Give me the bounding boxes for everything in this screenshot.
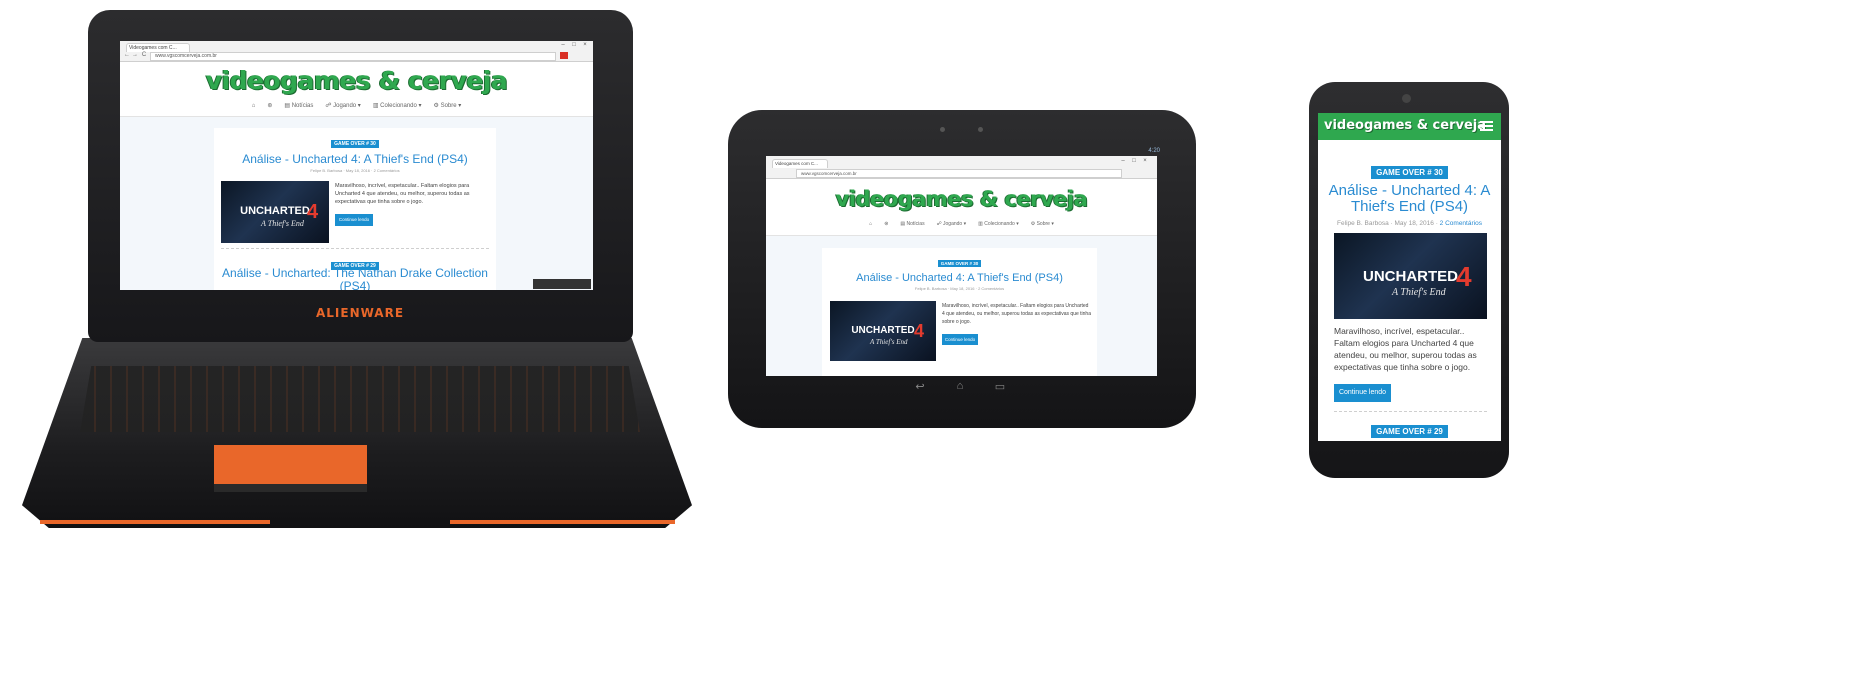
menu-item-noticias[interactable]: ▤ Notícias bbox=[284, 103, 313, 109]
menu-item-jogando[interactable]: ☍ Jogando ▾ bbox=[325, 103, 360, 109]
post-excerpt: Maravilhoso, incrível, espetacular.. Fal… bbox=[335, 183, 470, 205]
tablet-minimize-button[interactable]: – bbox=[1118, 158, 1128, 164]
browser-chrome: Videogames com C... – □ × ← → C www.vgsc… bbox=[120, 41, 593, 62]
tablet-menu-item-jogando[interactable]: ☍ Jogando ▾ bbox=[937, 221, 967, 227]
phone-post2-badge[interactable]: GAME OVER # 29 bbox=[1371, 425, 1448, 438]
tablet-browser-chrome: Videogames com C... – □ × www.vgscomcerv… bbox=[766, 156, 1157, 179]
post-meta: Felipe B. Barbosa · May 18, 2016 · 2 Com… bbox=[310, 168, 400, 173]
browser-tab[interactable]: Videogames com C... bbox=[126, 43, 190, 52]
continue-reading-button[interactable]: Continue lendo bbox=[335, 214, 373, 226]
tablet-post-title[interactable]: Análise - Uncharted 4: A Thief's End (PS… bbox=[822, 272, 1097, 284]
menu-item-sobre[interactable]: ⚙ Sobre ▾ bbox=[434, 103, 462, 109]
phone-post-divider bbox=[1334, 411, 1487, 412]
phone-site-logo[interactable]: videogames & cerveja bbox=[1324, 118, 1486, 133]
laptop-brand-logo: ALIENWARE bbox=[315, 306, 405, 320]
site-header: videogames & cerveja ⌂ ⊛ ▤ Notícias ☍ Jogan… bbox=[120, 62, 593, 117]
tablet-screen: Videogames com C... – □ × www.vgscomcerv… bbox=[766, 156, 1157, 376]
tablet-status-time: 4:20 bbox=[1148, 148, 1160, 154]
tablet-maximize-button[interactable]: □ bbox=[1129, 158, 1139, 164]
phone-camera bbox=[1402, 94, 1411, 103]
laptop-keyboard bbox=[80, 366, 640, 432]
post-badge[interactable]: GAME OVER # 30 bbox=[331, 140, 379, 148]
post-divider bbox=[221, 248, 489, 249]
tablet-site-header: videogames & cerveja ⌂ ⊛ ▤ Notícias ☍ Jogan… bbox=[766, 179, 1157, 236]
post-title[interactable]: Análise - Uncharted 4: A Thief's End (PS… bbox=[214, 152, 496, 166]
forward-icon[interactable]: → bbox=[132, 52, 138, 58]
back-icon[interactable]: ← bbox=[124, 52, 130, 58]
thumb-number: 4 bbox=[307, 201, 319, 223]
tablet-menu-home-icon[interactable]: ⌂ bbox=[869, 221, 872, 227]
post-author: Felipe B. Barbosa bbox=[310, 168, 343, 173]
hamburger-icon[interactable] bbox=[1480, 121, 1493, 132]
phone-post-excerpt: Maravilhoso, incrível, espetacular.. Fal… bbox=[1334, 326, 1477, 372]
tablet-camera bbox=[940, 127, 945, 132]
tablet-menu-item-sobre[interactable]: ⚙ Sobre ▾ bbox=[1031, 221, 1054, 227]
phone-site-header: videogames & cerveja bbox=[1318, 113, 1501, 140]
post2-title[interactable]: Análise - Uncharted: The Nathan Drake Co… bbox=[214, 267, 496, 291]
tablet-browser-tab[interactable]: Videogames com C... bbox=[772, 159, 828, 168]
reload-icon[interactable]: C bbox=[141, 52, 147, 58]
phone-post-meta: Felipe B. Barbosa · May 18, 2016 · 2 Com… bbox=[1337, 220, 1482, 227]
tablet-home-icon[interactable]: ⌂ bbox=[952, 380, 968, 392]
post-comments[interactable]: 2 Comentários bbox=[374, 168, 400, 173]
tablet-menu-item-colecionando[interactable]: ▥ Colecionando ▾ bbox=[978, 221, 1019, 227]
phone-screen: videogames & cerveja GAME OVER # 30 Anál… bbox=[1318, 113, 1501, 441]
tablet-menu-item-noticias[interactable]: ▤ Notícias bbox=[900, 221, 924, 227]
laptop-touchpad-buttons bbox=[214, 484, 367, 492]
tablet-post-thumbnail[interactable]: UNCHARTED A Thief's End 4 bbox=[830, 301, 936, 361]
menu-rss-icon[interactable]: ⊛ bbox=[267, 103, 272, 109]
tablet-continue-reading-button[interactable]: Continue lendo bbox=[942, 334, 978, 345]
extension-icon[interactable] bbox=[560, 52, 568, 59]
address-bar[interactable]: www.vgscomcerveja.com.br bbox=[150, 52, 556, 61]
phone-continue-reading-button[interactable]: Continue lendo bbox=[1334, 384, 1391, 402]
tablet-menu-rss-icon[interactable]: ⊛ bbox=[884, 221, 888, 227]
site-menu: ⌂ ⊛ ▤ Notícias ☍ Jogando ▾ ▥ Colecionando ▾ ⚙… bbox=[120, 102, 593, 109]
post-thumbnail[interactable]: UNCHARTED A Thief's End 4 bbox=[221, 181, 329, 243]
tablet-site-menu: ⌂ ⊛ ▤ Notícias ☍ Jogando ▾ ▥ Colecionando ▾ ⚙… bbox=[766, 221, 1157, 227]
taskbar-tray bbox=[533, 279, 591, 289]
tablet-recents-icon[interactable]: ▭ bbox=[992, 380, 1008, 393]
thumb-subtitle: A Thief's End bbox=[261, 219, 304, 228]
maximize-button[interactable]: □ bbox=[569, 42, 579, 48]
menu-item-colecionando[interactable]: ▥ Colecionando ▾ bbox=[373, 103, 422, 109]
laptop-screen: Videogames com C... – □ × ← → C www.vgsc… bbox=[120, 41, 593, 290]
post-date: May 18, 2016 bbox=[345, 168, 371, 173]
menu-home-icon[interactable]: ⌂ bbox=[252, 103, 256, 109]
phone-post-title[interactable]: Análise - Uncharted 4: A Thief's End (PS… bbox=[1328, 183, 1491, 215]
tablet-post-card: GAME OVER # 30 Análise - Uncharted 4: A … bbox=[822, 248, 1097, 376]
phone-post-thumbnail[interactable]: UNCHARTED A Thief's End 4 bbox=[1334, 233, 1487, 319]
laptop-accent-right bbox=[450, 520, 675, 524]
post-card: GAME OVER # 30 Análise - Uncharted 4: A … bbox=[214, 128, 496, 290]
phone-post-badge[interactable]: GAME OVER # 30 bbox=[1371, 166, 1448, 179]
minimize-button[interactable]: – bbox=[558, 42, 568, 48]
tablet-post-excerpt: Maravilhoso, incrível, espetacular.. Fal… bbox=[942, 303, 1091, 325]
laptop-accent-left bbox=[40, 520, 270, 524]
tablet-sensor bbox=[978, 127, 983, 132]
tablet-close-button[interactable]: × bbox=[1140, 158, 1150, 164]
close-button[interactable]: × bbox=[580, 42, 590, 48]
site-logo[interactable]: videogames & cerveja bbox=[120, 66, 593, 95]
tablet-back-icon[interactable]: ↩ bbox=[912, 380, 928, 393]
tablet-post-badge[interactable]: GAME OVER # 30 bbox=[937, 260, 982, 267]
tablet-address-bar[interactable]: www.vgscomcerveja.com.br bbox=[796, 169, 1122, 178]
tablet-site-logo[interactable]: videogames & cerveja bbox=[766, 187, 1157, 211]
tablet-post-meta: Felipe B. Barbosa · May 18, 2016 · 2 Com… bbox=[914, 286, 1005, 291]
